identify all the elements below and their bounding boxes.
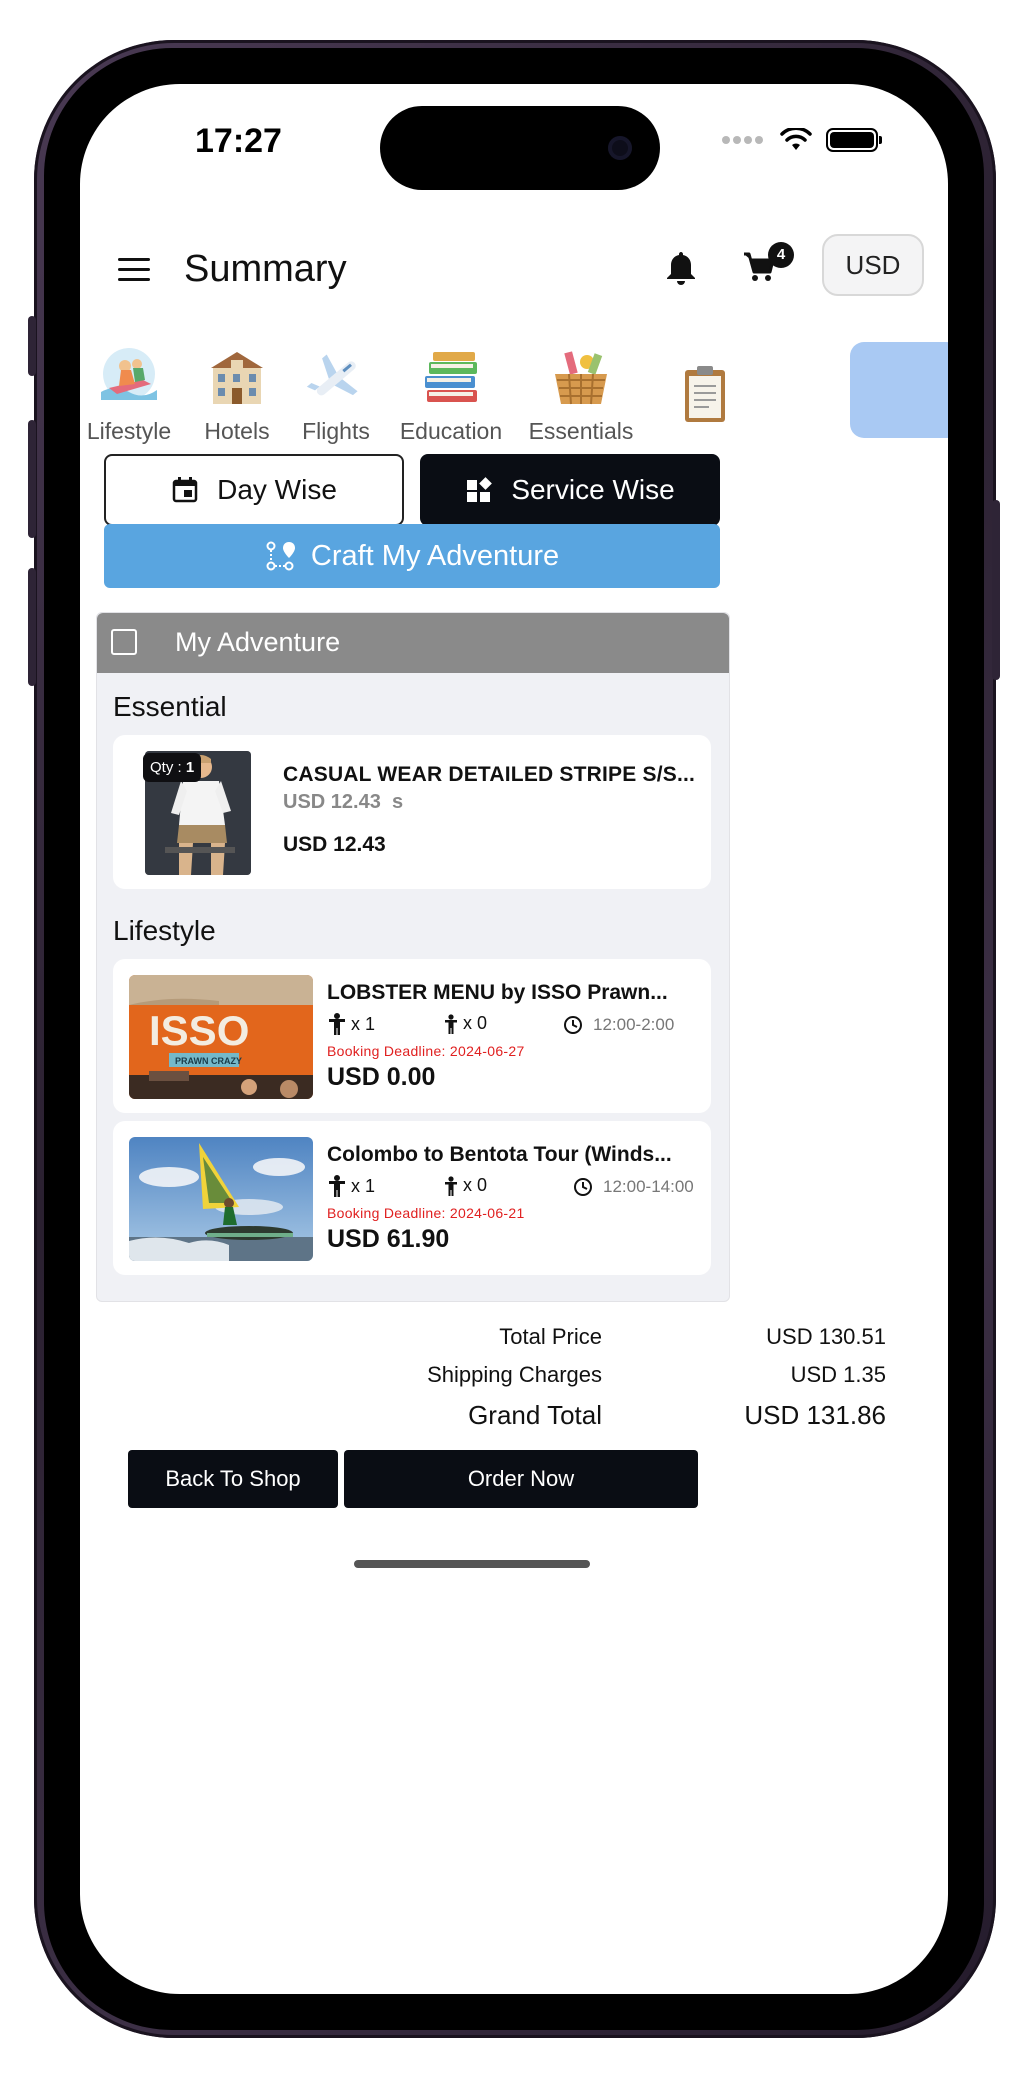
- page-title: Summary: [184, 248, 347, 290]
- clock-icon: [574, 1178, 592, 1196]
- category-label: Essentials: [528, 418, 634, 444]
- hamburger-menu-icon[interactable]: [118, 258, 150, 282]
- category-essentials[interactable]: Essentials: [516, 344, 646, 445]
- books-icon: [417, 344, 485, 412]
- service-wise-tab[interactable]: Service Wise: [420, 454, 720, 526]
- child-count: x 0: [443, 1175, 487, 1196]
- signal-icon: [722, 131, 766, 149]
- booking-deadline: Booking Deadline: 2024-06-27: [327, 1043, 525, 1059]
- day-wise-tab[interactable]: Day Wise: [104, 454, 404, 526]
- my-adventure-title: My Adventure: [175, 627, 341, 657]
- child-count: x 0: [443, 1013, 487, 1034]
- child-icon: [445, 1013, 457, 1034]
- craft-label: Craft My Adventure: [310, 539, 560, 572]
- category-education[interactable]: Education: [386, 344, 516, 445]
- day-wise-label: Day Wise: [217, 474, 337, 505]
- shipping-value: USD 1.35: [790, 1362, 886, 1387]
- app-header: Summary 4 USD: [80, 234, 948, 314]
- booking-deadline: Booking Deadline: 2024-06-21: [327, 1205, 525, 1221]
- lifestyle-item-card[interactable]: Colombo to Bentota Tour (Winds... x 1 x …: [113, 1121, 711, 1275]
- product-price: USD 12.43: [283, 833, 386, 856]
- status-time: 17:27: [195, 122, 282, 160]
- grand-total-value: USD 131.86: [744, 1400, 886, 1430]
- lifestyle-item-card[interactable]: ISSO PRAWN CRAZY LOBSTER MENU by ISSO Pr…: [113, 959, 711, 1113]
- category-label: Flights: [302, 418, 370, 444]
- category-label: Education: [399, 418, 503, 444]
- quantity-badge: Qty : 1: [143, 753, 202, 782]
- child-icon: [445, 1175, 457, 1196]
- battery-icon: [826, 128, 882, 152]
- image-sign-text: ISSO: [149, 1007, 249, 1054]
- cart-count-badge: 4: [768, 242, 794, 268]
- adult-count: x 1: [327, 1013, 375, 1035]
- power-button: [992, 500, 1000, 680]
- activity-image: [129, 1137, 313, 1261]
- bell-icon[interactable]: [664, 250, 698, 286]
- activity-name: LOBSTER MENU by ISSO Prawn...: [327, 981, 668, 1004]
- basket-icon: [547, 344, 615, 412]
- category-flights[interactable]: Flights: [271, 344, 401, 445]
- lifestyle-section-title: Lifestyle: [113, 915, 216, 946]
- status-icons: [722, 128, 882, 152]
- route-icon: [266, 541, 295, 571]
- service-wise-label: Service Wise: [511, 474, 675, 505]
- activity-image: ISSO PRAWN CRAZY: [129, 975, 313, 1099]
- app-screen: 17:27 Summary 4 USD Lifestyle Hotels Fli…: [80, 84, 948, 1994]
- shipping-label: Shipping Charges: [427, 1362, 602, 1387]
- jetski-icon: [95, 344, 163, 412]
- total-price-label: Total Price: [499, 1324, 602, 1349]
- category-summary[interactable]: [640, 344, 770, 428]
- adult-count: x 1: [327, 1175, 375, 1197]
- widgets-icon: [467, 477, 493, 502]
- product-name: CASUAL WEAR DETAILED STRIPE S/S...: [283, 763, 696, 786]
- calendar-icon: [172, 477, 198, 503]
- airplane-icon: [302, 344, 370, 412]
- volume-down-button: [28, 568, 36, 686]
- wifi-icon: [780, 128, 812, 150]
- my-adventure-panel: My Adventure Essential Qty: 1 CASUAL WE…: [96, 612, 730, 1302]
- dynamic-island: [380, 106, 660, 190]
- activity-price: USD 0.00: [327, 1063, 436, 1091]
- hotel-icon: [203, 344, 271, 412]
- product-size: s: [391, 791, 404, 813]
- adult-icon: [329, 1013, 345, 1035]
- product-unit-price: USD 12.43 s: [283, 791, 404, 813]
- image-subsign-text: PRAWN CRAZY: [175, 1056, 242, 1066]
- home-indicator[interactable]: [354, 1560, 590, 1568]
- my-adventure-header: My Adventure: [97, 613, 729, 673]
- essential-item-card[interactable]: Qty : 1 CASUAL WEAR DETAILED STRIPE S/S.…: [113, 735, 711, 889]
- volume-up-button: [28, 420, 36, 538]
- activity-time: 12:00-14:00: [573, 1177, 694, 1197]
- total-price-value: USD 130.51: [766, 1324, 886, 1349]
- silent-switch: [28, 316, 36, 376]
- clipboard-icon: [671, 360, 739, 428]
- select-all-checkbox[interactable]: [111, 629, 137, 655]
- activity-price: USD 61.90: [327, 1225, 450, 1253]
- order-now-button[interactable]: Order Now: [344, 1450, 698, 1508]
- currency-selector[interactable]: USD: [822, 234, 924, 296]
- grand-total-label: Grand Total: [468, 1400, 602, 1430]
- activity-name: Colombo to Bentota Tour (Winds...: [327, 1143, 672, 1166]
- essential-section-title: Essential: [113, 691, 227, 722]
- adult-icon: [329, 1175, 345, 1197]
- clock-icon: [564, 1016, 582, 1034]
- craft-my-adventure-button[interactable]: Craft My Adventure: [104, 524, 720, 588]
- activity-time: 12:00-2:00: [563, 1015, 674, 1035]
- back-to-shop-button[interactable]: Back To Shop: [128, 1450, 338, 1508]
- category-tabs: Lifestyle Hotels Flights Education Essen…: [80, 344, 948, 454]
